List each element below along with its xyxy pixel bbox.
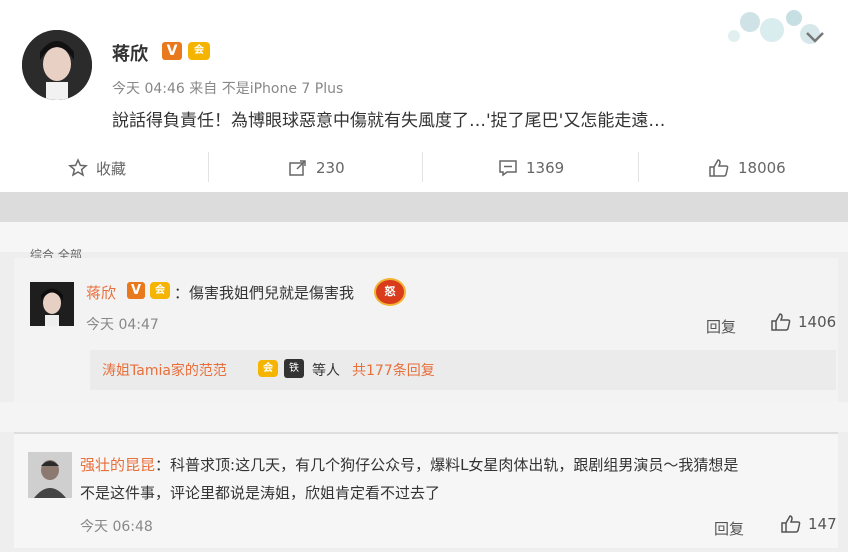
avatar-portrait (22, 30, 92, 100)
comment-button[interactable]: 1369 (498, 148, 564, 188)
post-time: 今天 04:46 (112, 81, 185, 97)
sub-reply-author[interactable]: 涛姐Tamia家的范范 (102, 360, 227, 380)
repost-button[interactable]: 230 (288, 148, 345, 188)
avatar-portrait (28, 452, 72, 498)
comment-text-line1: 强壮的昆昆：科普求顶:这几天，有几个狗仔公众号，爆料L女星肉体出轨，跟剧组男演员… (80, 454, 738, 475)
sub-reply-etc: 等人 (312, 363, 340, 379)
decorative-pattern (728, 10, 820, 44)
divider (638, 152, 639, 182)
repost-count: 230 (316, 159, 345, 177)
chevron-down-icon[interactable] (804, 30, 826, 44)
repost-icon (289, 160, 306, 176)
verified-v-icon: V (162, 42, 182, 60)
comment-item: 强壮的昆昆：科普求顶:这几天，有几个狗仔公众号，爆料L女星肉体出轨，跟剧组男演员… (14, 434, 838, 548)
comment-icon (499, 160, 517, 177)
comment-like-button[interactable]: 147 (780, 514, 837, 534)
comment-like-button[interactable]: 1406 (770, 312, 836, 332)
avatar-portrait (30, 282, 74, 326)
favorite-button[interactable]: 收藏 (68, 148, 126, 188)
angry-emoji-icon: 怒 (374, 278, 406, 306)
comments-gap (0, 222, 848, 252)
comment-item: 蒋欣 V 会 ：傷害我姐們兒就是傷害我 怒 今天 04:47 回复 1406 涛… (14, 258, 838, 402)
fan-badge-icon: 铁 (284, 359, 304, 378)
avatar[interactable] (30, 282, 74, 326)
comment-author-name[interactable]: 蒋欣 (86, 282, 116, 303)
comment-like-count: 147 (808, 515, 837, 533)
like-count: 18006 (738, 159, 786, 177)
section-divider (0, 192, 848, 222)
comment-author-name[interactable]: 强壮的昆昆 (80, 456, 155, 474)
vip-member-icon: 会 (258, 360, 278, 377)
like-button[interactable]: 18006 (708, 148, 786, 188)
reply-button[interactable]: 回复 (706, 316, 736, 337)
thumbs-up-icon (709, 159, 729, 177)
sub-replies-link[interactable]: 涛姐Tamia家的范范 会 铁 等人 共177条回复 (90, 350, 836, 390)
star-icon (68, 158, 88, 177)
post-content: 說話得負責任！為博眼球惡意中傷就有失風度了…'捉了尾巴'又怎能走遠… (112, 111, 666, 131)
verified-v-icon: V (127, 282, 145, 299)
divider (208, 152, 209, 182)
thumbs-up-icon (771, 313, 791, 331)
post-card: 蒋欣 V 会 今天 04:46 来自 不是iPhone 7 Plus 說話得負責… (0, 0, 848, 192)
avatar[interactable] (28, 452, 72, 498)
post-author-name[interactable]: 蒋欣 (112, 40, 148, 66)
vip-member-icon[interactable]: 会 (150, 282, 170, 299)
vip-member-icon[interactable]: 会 (188, 42, 210, 60)
favorite-label: 收藏 (96, 159, 127, 178)
comment-like-count: 1406 (798, 313, 837, 331)
comment-text: ：科普求顶:这几天，有几个狗仔公众号，爆料L女星肉体出轨，跟剧组男演员～我猜想是 (155, 456, 739, 474)
post-action-bar: 收藏 230 1369 18006 (0, 148, 848, 188)
avatar[interactable] (22, 30, 92, 100)
post-meta: 今天 04:46 来自 不是iPhone 7 Plus (112, 78, 343, 98)
divider (422, 152, 423, 182)
reply-button[interactable]: 回复 (714, 518, 744, 539)
source-device[interactable]: 不是iPhone 7 Plus (222, 81, 344, 97)
sub-reply-count[interactable]: 共177条回复 (352, 360, 435, 380)
comment-text: ：傷害我姐們兒就是傷害我 (174, 284, 355, 302)
thumbs-up-icon (781, 515, 801, 533)
comment-text-line2: 不是这件事，评论里都说是涛姐，欣姐肯定看不过去了 (80, 484, 441, 502)
source-prefix: 来自 (189, 81, 218, 97)
comment-time: 今天 06:48 (80, 519, 153, 535)
comment-count: 1369 (526, 159, 565, 177)
comment-time: 今天 04:47 (86, 317, 159, 333)
comments-gap (0, 402, 848, 432)
